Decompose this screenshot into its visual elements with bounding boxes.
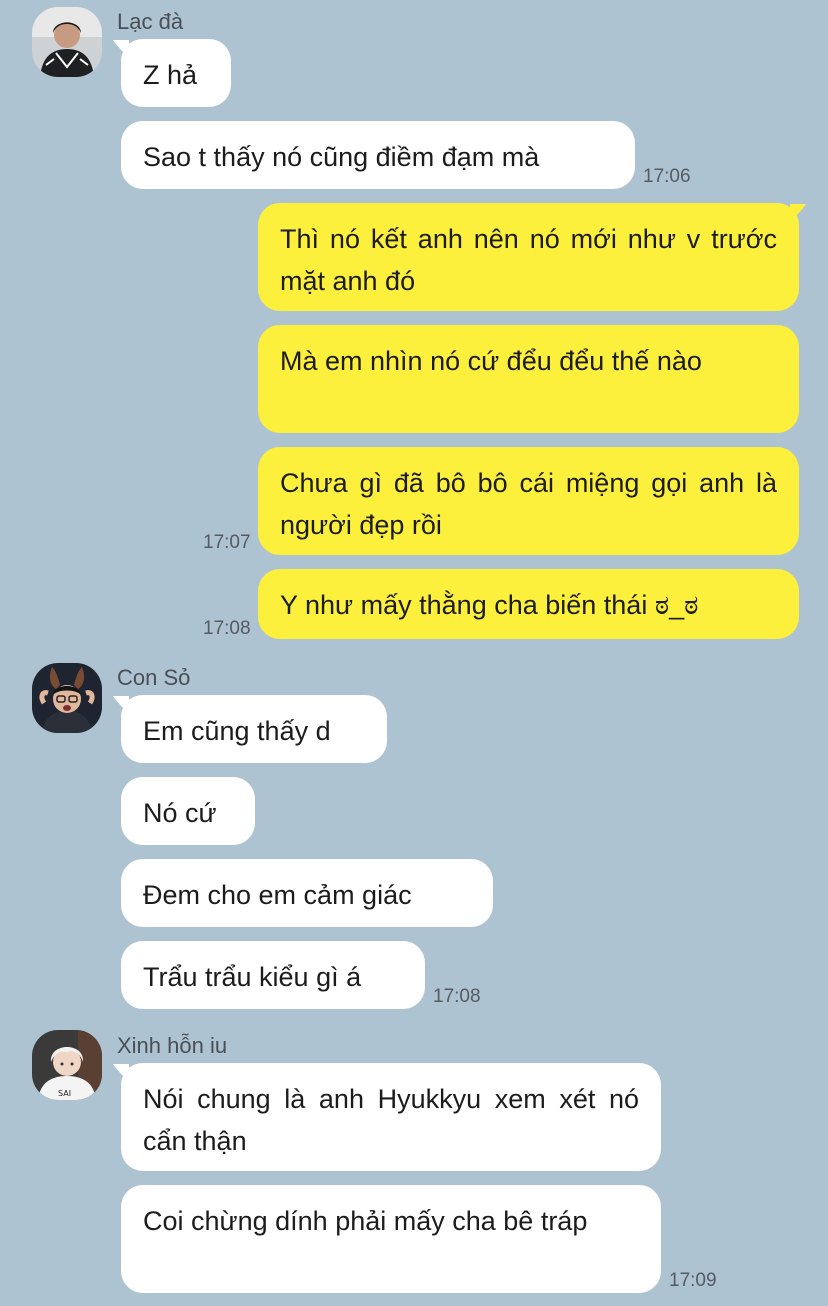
message-bubble[interactable]: Coi chừng dính phải mấy cha bê tráp xyxy=(121,1185,661,1293)
message-timestamp: 17:07 xyxy=(203,532,251,553)
avatar-con-so[interactable] xyxy=(32,663,102,733)
message-bubble[interactable]: Trẩu trẩu kiểu gì á xyxy=(121,941,425,1009)
svg-text:SAI: SAI xyxy=(58,1089,71,1098)
avatar-xinh-hon-iu[interactable]: SAI xyxy=(32,1030,102,1100)
message-bubble[interactable]: Sao t thấy nó cũng điềm đạm mà xyxy=(121,121,635,189)
sender-name: Con Sỏ xyxy=(117,665,191,690)
user-avatar-bunny-ears-icon xyxy=(32,663,102,733)
message-timestamp: 17:08 xyxy=(433,986,481,1007)
message-timestamp: 17:08 xyxy=(203,618,251,639)
message-bubble[interactable]: Em cũng thấy d xyxy=(121,695,387,763)
sender-name: Xinh hỗn iu xyxy=(117,1033,228,1058)
sender-name: Lạc đà xyxy=(117,9,184,34)
message-timestamp: 17:06 xyxy=(643,166,691,187)
message-bubble[interactable]: Z hả xyxy=(121,39,231,107)
message-bubble-outgoing[interactable]: Mà em nhìn nó cứ đểu đểu thế nào xyxy=(258,325,799,433)
message-bubble-outgoing[interactable]: Thì nó kết anh nên nó mới như v trước mặ… xyxy=(258,203,799,311)
user-avatar-dark-jacket-icon xyxy=(32,7,102,77)
message-timestamp: 17:09 xyxy=(669,1270,717,1291)
message-bubble[interactable]: Đem cho em cảm giác xyxy=(121,859,493,927)
avatar-lac-da[interactable] xyxy=(32,7,102,77)
message-bubble[interactable]: Nó cứ xyxy=(121,777,255,845)
chat-thread[interactable]: Lạc đà Z hả Sao t thấy nó cũng điềm đạm … xyxy=(0,0,828,1306)
message-bubble-outgoing[interactable]: Chưa gì đã bô bô cái miệng gọi anh là ng… xyxy=(258,447,799,555)
message-bubble-outgoing[interactable]: Y như mấy thằng cha biến thái ಠ_ಠ xyxy=(258,569,799,639)
message-bubble[interactable]: Nói chung là anh Hyukkyu xem xét nó cẩn … xyxy=(121,1063,661,1171)
user-avatar-white-hair-icon: SAI xyxy=(32,1030,102,1100)
